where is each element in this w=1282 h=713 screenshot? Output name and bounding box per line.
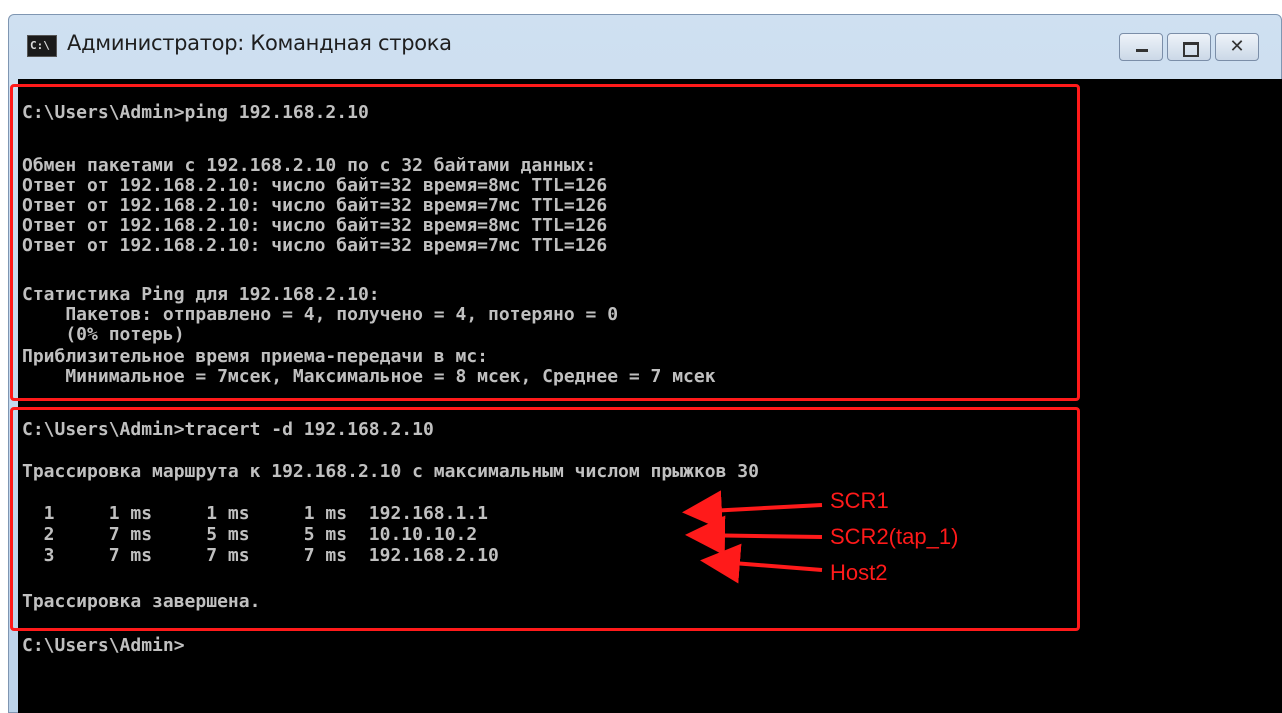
label-scr2: SCR2(tap_1) [830,524,959,549]
label-scr1: SCR1 [830,488,889,513]
cmd-app-icon: C:\ [27,35,57,57]
window-title: Администратор: Командная строка [67,31,452,55]
minimize-button[interactable] [1119,33,1163,61]
tracert-highlight-box [10,407,1080,631]
close-icon: ✕ [1229,36,1245,57]
console-line: C:\Users\Admin> [22,635,185,656]
close-button[interactable]: ✕ [1215,33,1259,61]
maximize-button[interactable] [1167,33,1211,61]
ping-highlight-box [10,84,1080,401]
label-host2: Host2 [830,560,888,585]
title-bar[interactable]: C:\ Администратор: Командная строка ✕ [9,15,1281,75]
